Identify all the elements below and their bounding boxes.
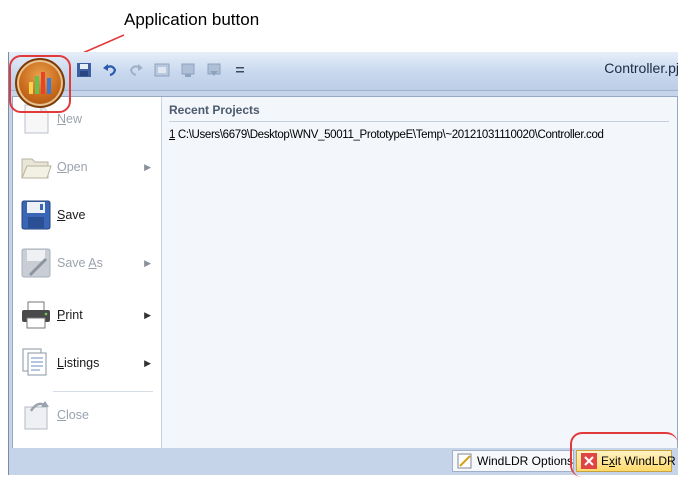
listings-icon — [19, 346, 53, 380]
menu-item-open[interactable]: Open ▶ — [19, 145, 157, 189]
menu-item-close[interactable]: Close — [19, 393, 157, 437]
recent-projects-pane: Recent Projects 1 C:\Users\6679\Desktop\… — [163, 97, 677, 449]
toolbar-image-icon[interactable] — [151, 60, 173, 80]
redo-icon[interactable] — [125, 60, 147, 80]
menu-item-save[interactable]: Save — [19, 193, 157, 237]
menu-item-print[interactable]: Print ▶ — [19, 293, 157, 337]
quick-access-toolbar — [73, 60, 251, 80]
options-icon — [457, 453, 473, 469]
menu-item-label: Save — [57, 208, 86, 222]
printer-icon — [19, 298, 53, 332]
menu-item-listings[interactable]: Listings ▶ — [19, 341, 157, 385]
menu-item-label: Close — [57, 408, 89, 422]
app-window: Controller.pj New Open ▶ Save Save As ▶ … — [8, 52, 678, 475]
save-disk-icon — [19, 198, 53, 232]
menu-commands-pane: New Open ▶ Save Save As ▶ Print ▶ Listin… — [13, 97, 162, 449]
application-button[interactable] — [15, 58, 65, 108]
exit-button-highlight — [570, 432, 678, 477]
open-folder-icon — [19, 150, 53, 184]
windldr-options-button[interactable]: WindLDR Options — [452, 450, 574, 472]
submenu-arrow-icon: ▶ — [144, 257, 151, 268]
menu-item-label: Open — [57, 160, 88, 174]
window-title: Controller.pj — [604, 60, 678, 76]
menu-item-label: Save As — [57, 256, 103, 270]
recent-projects-title: Recent Projects — [169, 103, 669, 122]
customize-qat-icon[interactable] — [229, 60, 251, 80]
application-logo-icon — [29, 72, 51, 94]
save-as-icon — [19, 246, 53, 280]
close-document-icon — [19, 398, 53, 432]
menu-separator — [53, 391, 153, 392]
toolbar-download-icon[interactable] — [203, 60, 225, 80]
menu-item-label: Print — [57, 308, 83, 322]
undo-icon[interactable] — [99, 60, 121, 80]
save-qat-icon[interactable] — [73, 60, 95, 80]
title-bar: Controller.pj — [9, 52, 678, 91]
menu-item-save-as[interactable]: Save As ▶ — [19, 241, 157, 285]
menu-item-label: Listings — [57, 356, 100, 370]
toolbar-monitor-icon[interactable] — [177, 60, 199, 80]
recent-project-item[interactable]: 1 C:\Users\6679\Desktop\WNV_50011_Protot… — [169, 129, 604, 141]
submenu-arrow-icon: ▶ — [144, 161, 151, 172]
submenu-arrow-icon: ▶ — [144, 357, 151, 368]
menu-item-label: New — [57, 112, 83, 126]
submenu-arrow-icon: ▶ — [144, 309, 151, 320]
application-menu: New Open ▶ Save Save As ▶ Print ▶ Listin… — [12, 96, 678, 450]
